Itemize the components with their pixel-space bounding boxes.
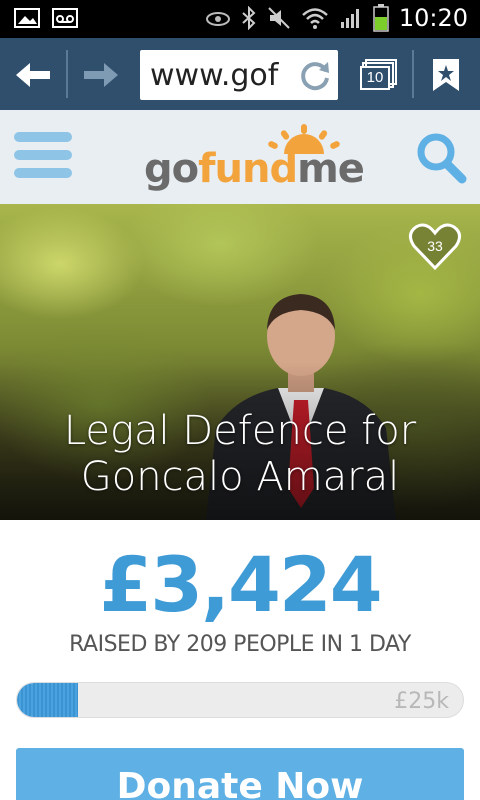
campaign-title-line1: Legal Defence for [63, 408, 417, 454]
toolbar-divider [66, 50, 68, 98]
progress-fill [17, 683, 79, 717]
image-icon [14, 8, 40, 28]
url-text[interactable]: www.gof [150, 58, 278, 93]
favorite-button[interactable]: 33 [408, 222, 462, 272]
donate-now-button[interactable]: Donate Now [16, 748, 464, 800]
battery-icon [373, 4, 389, 32]
wifi-icon [301, 8, 328, 29]
back-arrow-icon[interactable] [14, 60, 52, 90]
campaign-title-line2: Goncalo Amaral [80, 454, 400, 500]
voicemail-icon [52, 8, 78, 28]
search-icon[interactable] [414, 128, 470, 188]
eye-icon [205, 12, 230, 26]
amount-raised: £3,424 [99, 540, 382, 629]
site-header: gofundme [0, 110, 480, 204]
campaign-title: Legal Defence for Goncalo Amaral [0, 408, 480, 500]
campaign-hero-image[interactable]: 33 Legal Defence for Goncalo Amaral [0, 204, 480, 520]
url-bar[interactable]: www.gof [140, 50, 338, 100]
signal-icon [340, 9, 359, 28]
gofundme-logo[interactable]: gofundme [144, 124, 365, 192]
tab-count: 10 [360, 66, 390, 90]
forward-arrow-icon[interactable] [82, 60, 120, 90]
logo-text: gofundme [144, 146, 365, 192]
status-bar: 10:20 [0, 0, 480, 38]
bluetooth-icon [242, 6, 256, 30]
tabs-button[interactable]: 10 [356, 56, 400, 96]
reload-icon[interactable] [298, 58, 332, 92]
hamburger-menu-icon[interactable] [14, 128, 72, 186]
goal-amount: £25k [394, 689, 449, 714]
toolbar-divider [412, 50, 414, 98]
raised-summary: RAISED BY 209 PEOPLE IN 1 DAY [69, 632, 411, 657]
favorite-count: 33 [427, 238, 443, 254]
browser-toolbar: www.gof 10 [0, 38, 480, 110]
clock: 10:20 [398, 4, 468, 32]
mute-icon [268, 7, 290, 29]
bookmark-icon[interactable] [432, 58, 460, 92]
progress-bar: £25k [16, 682, 464, 718]
